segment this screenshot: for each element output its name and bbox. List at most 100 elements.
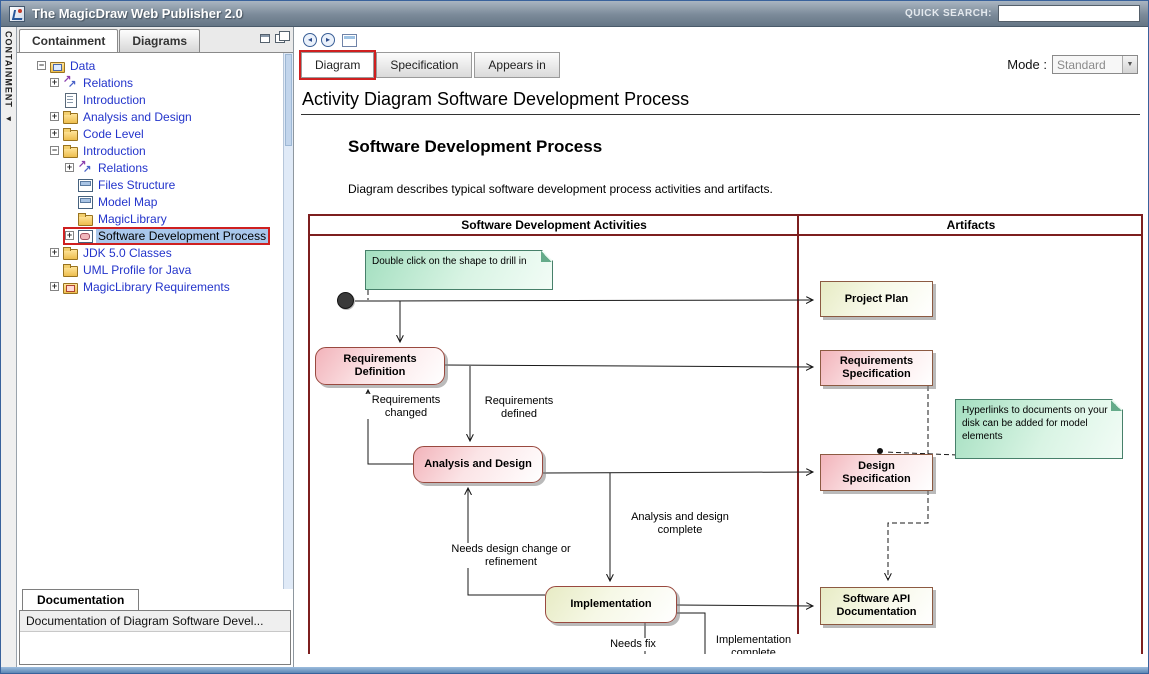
documentation-empty-area <box>20 632 290 664</box>
tab-documentation[interactable]: Documentation <box>22 589 139 611</box>
main-tabs: DiagramSpecificationAppears in <box>301 52 560 78</box>
quick-search-input[interactable] <box>998 5 1140 22</box>
main-tab-appears-in[interactable]: Appears in <box>474 52 559 78</box>
tree-container: −Data+RelationsIntroduction+Analysis and… <box>17 52 293 589</box>
sidebar-tab-containment[interactable]: Containment <box>19 29 118 52</box>
mode-label: Mode : <box>1007 57 1047 72</box>
title-divider <box>301 114 1140 115</box>
dashed-dependencies <box>368 290 957 580</box>
tree-item-label: Files Structure <box>96 178 177 192</box>
tree-item-content: Files Structure <box>65 178 177 192</box>
collapse-icon[interactable]: − <box>50 146 59 155</box>
diagram-icon <box>77 195 93 209</box>
collapse-icon[interactable]: − <box>37 61 46 70</box>
tree-item-label: Introduction <box>81 144 148 158</box>
tree-item-relations[interactable]: +Relations <box>17 74 283 91</box>
expand-icon[interactable]: + <box>65 163 74 172</box>
tree-item-label: Analysis and Design <box>81 110 194 124</box>
tree-item-content: +Relations <box>50 76 135 90</box>
collapse-sidebar-icon[interactable]: ◄ <box>5 115 13 123</box>
edge-label-requirements-changed: Requirements changed <box>360 394 452 419</box>
minimize-panel-icon[interactable] <box>260 34 270 43</box>
page-title: Activity Diagram Software Development Pr… <box>302 89 1140 110</box>
tree-item-code-level[interactable]: + Code Level <box>17 125 283 142</box>
tree-item-data[interactable]: −Data <box>17 57 283 74</box>
tree-scrollbar-thumb[interactable] <box>285 54 292 146</box>
tree-item-magiclibrary-requirements[interactable]: +MagicLibrary Requirements <box>17 278 283 295</box>
folder-icon <box>62 144 78 158</box>
edge-label-needs-fix: Needs fix <box>598 638 668 651</box>
documentation-panel: Documentation Documentation of Diagram S… <box>17 589 293 667</box>
edge-label-needs-design-change-or-refinement: Needs design change or refinement <box>446 543 576 568</box>
tree-item-model-map[interactable]: Model Map <box>17 193 283 210</box>
artifact-software-api-documentation[interactable]: Software API Documentation <box>820 587 933 625</box>
diagram-nav: ◂ ▸ <box>301 32 1148 52</box>
quick-search: QUICK SEARCH: <box>905 5 1140 22</box>
tree-item-relations[interactable]: +Relations <box>17 159 283 176</box>
tree-item-analysis-and-design[interactable]: + Analysis and Design <box>17 108 283 125</box>
relations-icon <box>62 76 78 90</box>
tree-item-content: + Software Development Process <box>65 229 268 243</box>
tree-item-content: +MagicLibrary Requirements <box>50 280 232 294</box>
previous-diagram-button[interactable]: ◂ <box>303 33 317 47</box>
containment-strip-label: CONTAINMENT <box>4 31 14 108</box>
tree-item-label: Code Level <box>81 127 146 141</box>
documentation-box: Documentation of Diagram Software Devel.… <box>19 610 291 665</box>
containment-strip: CONTAINMENT ◄ <box>1 27 17 667</box>
note-note1: Double click on the shape to drill in <box>365 250 553 290</box>
expand-icon[interactable]: + <box>50 129 59 138</box>
tree-item-label: Software Development Process <box>96 229 268 243</box>
tree-item-content: + Code Level <box>50 127 146 141</box>
tree-item-software-development-process[interactable]: + Software Development Process <box>17 227 283 244</box>
titlebar: The MagicDraw Web Publisher 2.0 QUICK SE… <box>1 1 1148 27</box>
artifact-project-plan[interactable]: Project Plan <box>820 281 933 317</box>
tree-item-magiclibrary[interactable]: MagicLibrary <box>17 210 283 227</box>
edge-label-implementation-complete: Implementation complete <box>706 634 801 654</box>
tree-item-content: − Introduction <box>50 144 148 158</box>
tree-item-files-structure[interactable]: Files Structure <box>17 176 283 193</box>
activity-requirements-definition[interactable]: Requirements Definition <box>315 347 445 385</box>
tree-item-jdk-5-0-classes[interactable]: +JDK 5.0 Classes <box>17 244 283 261</box>
expand-icon[interactable]: + <box>50 112 59 121</box>
activity-implementation[interactable]: Implementation <box>545 586 677 623</box>
float-panel-icon[interactable] <box>275 34 285 43</box>
mode-select[interactable]: Standard ▼ <box>1052 55 1138 74</box>
artifact-requirements-specification[interactable]: Requirements Specification <box>820 350 933 386</box>
tree-item-content: −Data <box>37 59 97 73</box>
next-diagram-button[interactable]: ▸ <box>321 33 335 47</box>
app-title: The MagicDraw Web Publisher 2.0 <box>32 6 243 21</box>
tree-item-uml-profile-for-java[interactable]: UML Profile for Java <box>17 261 283 278</box>
relations-icon <box>77 161 93 175</box>
expand-icon[interactable]: + <box>50 248 59 257</box>
tree-item-content: + Analysis and Design <box>50 110 194 124</box>
expand-icon[interactable]: + <box>50 282 59 291</box>
main-tab-diagram[interactable]: Diagram <box>301 52 374 78</box>
folder-req-icon <box>62 280 78 294</box>
artifact-design-specification[interactable]: Design Specification <box>820 454 933 491</box>
folder-icon <box>77 212 93 226</box>
main-tabbar: DiagramSpecificationAppears in Mode : St… <box>301 52 1148 78</box>
activity-analysis-and-design[interactable]: Analysis and Design <box>413 446 543 483</box>
tree-item-content: +Relations <box>65 161 150 175</box>
tree-item-introduction[interactable]: Introduction <box>17 91 283 108</box>
initial-node[interactable] <box>337 292 354 309</box>
app-window: The MagicDraw Web Publisher 2.0 QUICK SE… <box>0 0 1149 674</box>
magicdraw-logo-icon <box>9 6 25 22</box>
expand-icon[interactable]: + <box>65 231 74 240</box>
lane-header-software-development-activities: Software Development Activities <box>310 218 798 232</box>
expand-icon[interactable]: + <box>50 78 59 87</box>
tree-scrollbar[interactable] <box>283 53 293 589</box>
sidebar-tab-diagrams[interactable]: Diagrams <box>119 29 200 52</box>
tree-item-introduction[interactable]: − Introduction <box>17 142 283 159</box>
tree-item-content: Model Map <box>65 195 159 209</box>
diagram-description: Diagram describes typical software devel… <box>348 182 1148 196</box>
main-tab-specification[interactable]: Specification <box>376 52 472 78</box>
folder-icon <box>62 246 78 260</box>
show-as-image-icon[interactable] <box>342 34 357 47</box>
documentation-text: Documentation of Diagram Software Devel.… <box>20 611 290 632</box>
lane-header-artifacts: Artifacts <box>800 218 1142 232</box>
note-note2: Hyperlinks to documents on your disk can… <box>955 399 1123 459</box>
tree-item-content: UML Profile for Java <box>50 263 193 277</box>
edge-label-analysis-and-design-complete: Analysis and design complete <box>630 511 730 536</box>
folder-icon <box>62 127 78 141</box>
